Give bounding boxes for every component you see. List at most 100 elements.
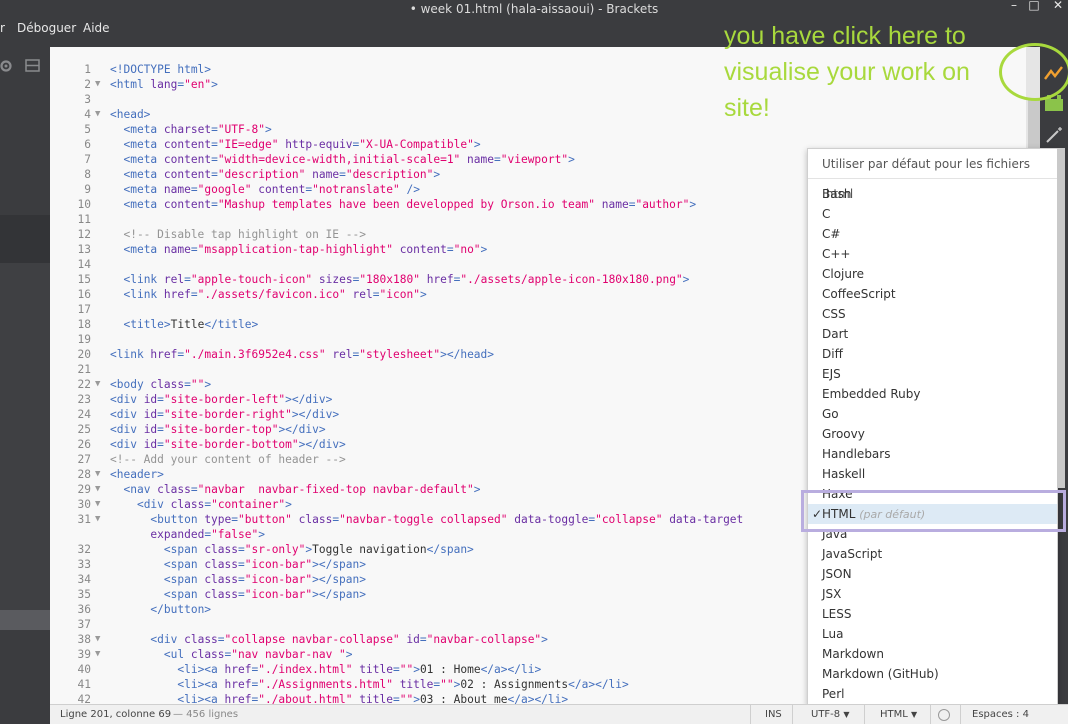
line-number: 28 xyxy=(77,468,91,481)
minimize-icon[interactable]: – xyxy=(1006,0,1022,12)
code-token: "msapplication-tap-highlight" xyxy=(197,243,393,256)
code-token: = xyxy=(190,483,198,496)
code-token: "description" xyxy=(345,168,434,181)
language-option[interactable]: Markdown xyxy=(808,644,1057,664)
language-option[interactable]: Go xyxy=(808,404,1057,424)
language-option[interactable]: Clojure xyxy=(808,264,1057,284)
code-token: /> xyxy=(406,183,420,196)
language-option[interactable]: Groovy xyxy=(808,424,1057,444)
fold-toggle-icon[interactable]: ▼ xyxy=(95,497,105,512)
code-token: </span> xyxy=(426,543,474,556)
split-view-icon[interactable] xyxy=(25,59,40,72)
line-number: 15 xyxy=(77,273,91,286)
code-token: = xyxy=(339,168,346,181)
code-token: > xyxy=(264,123,272,136)
code-token: href xyxy=(150,348,178,361)
code-text: <meta content="width=device-width,initia… xyxy=(110,152,574,167)
language-option[interactable]: Handlebars xyxy=(808,444,1057,464)
code-token: class xyxy=(204,588,238,601)
language-option[interactable]: JavaScript xyxy=(808,544,1057,564)
fold-toggle-icon[interactable]: ▼ xyxy=(95,647,105,662)
magic-wand-icon[interactable] xyxy=(1046,127,1062,143)
language-option[interactable]: Diff xyxy=(808,344,1057,364)
chevron-down-icon: ▼ xyxy=(911,710,918,719)
language-option[interactable]: Perl xyxy=(808,684,1057,704)
insert-mode[interactable]: INS xyxy=(765,705,782,724)
fold-toggle-icon[interactable]: ▼ xyxy=(95,77,105,92)
language-option[interactable]: JSON xyxy=(808,564,1057,584)
code-token: "description" xyxy=(217,168,306,181)
code-token: <nav xyxy=(123,483,158,496)
close-icon[interactable]: ✕ xyxy=(1050,0,1066,12)
code-token: "nav navbar-nav " xyxy=(231,648,346,661)
language-option[interactable]: Bash xyxy=(808,184,1057,204)
linter-status-icon[interactable] xyxy=(938,709,950,721)
language-option[interactable]: Haskell xyxy=(808,464,1057,484)
language-option[interactable]: C xyxy=(808,204,1057,224)
code-text: <!-- Add your content of header --> xyxy=(110,452,346,467)
code-token: "collapse navbar-collapse" xyxy=(224,633,400,646)
language-option[interactable]: JSX xyxy=(808,584,1057,604)
code-token: title xyxy=(359,663,393,676)
indent-spaces[interactable]: Espaces : 4 xyxy=(972,705,1029,724)
code-token: "IE=edge" xyxy=(217,138,279,151)
language-option-label: C# xyxy=(822,227,841,241)
fold-toggle-icon[interactable]: ▼ xyxy=(95,107,105,122)
code-token: <span xyxy=(163,543,205,556)
code-token: = xyxy=(238,558,245,571)
code-token: "icon-bar" xyxy=(244,558,313,571)
code-token: "apple-touch-icon" xyxy=(190,273,313,286)
menu-item-truncated[interactable]: r xyxy=(0,21,5,35)
language-option[interactable]: C# xyxy=(808,224,1057,244)
code-token: > xyxy=(413,693,420,704)
language-option[interactable]: Embedded Ruby xyxy=(808,384,1057,404)
gear-icon[interactable] xyxy=(0,60,12,72)
language-option[interactable]: C++ xyxy=(808,244,1057,264)
code-token: "width=device-width,initial-scale=1" xyxy=(217,153,461,166)
code-token: Toggle navigation xyxy=(312,543,427,556)
fold-toggle-icon[interactable]: ▼ xyxy=(95,632,105,647)
sidebar-working-files xyxy=(0,215,50,263)
encoding-select[interactable]: UTF-8 ▼ xyxy=(811,705,850,724)
code-token: <meta xyxy=(123,168,164,181)
language-select[interactable]: HTML ▼ xyxy=(880,705,917,724)
language-option[interactable]: CoffeeScript xyxy=(808,284,1057,304)
code-token: <span xyxy=(163,588,205,601)
language-option[interactable]: CSS xyxy=(808,304,1057,324)
dropdown-scrollbar-thumb[interactable] xyxy=(1057,148,1065,488)
code-token: = xyxy=(157,423,164,436)
code-token: = xyxy=(157,393,164,406)
language-dropdown[interactable]: Utiliser par défaut pour les fichiers .h… xyxy=(807,148,1058,706)
language-option[interactable]: Dart xyxy=(808,324,1057,344)
window-title: • week 01.html (hala-aissaoui) - Bracket… xyxy=(409,2,659,16)
maximize-icon[interactable]: □ xyxy=(1026,0,1042,12)
language-option[interactable]: LESS xyxy=(808,604,1057,624)
line-number: 19 xyxy=(77,333,91,346)
code-text: <body class=""> xyxy=(110,377,211,392)
language-option-label: Lua xyxy=(822,627,844,641)
fold-toggle-icon[interactable]: ▼ xyxy=(95,482,105,497)
menu-item-help[interactable]: Aide xyxy=(83,21,110,35)
code-token: 02 : Assignments xyxy=(460,678,569,691)
code-token: <meta xyxy=(123,123,164,136)
fold-toggle-icon[interactable]: ▼ xyxy=(95,512,105,527)
language-option[interactable]: Markdown (GitHub) xyxy=(808,664,1057,684)
line-number: 5 xyxy=(84,123,91,136)
code-token: "site-border-top" xyxy=(163,423,279,436)
code-token: "notranslate" xyxy=(312,183,400,196)
fold-toggle-icon[interactable]: ▼ xyxy=(95,467,105,482)
sidebar-selected-file[interactable] xyxy=(0,610,50,630)
menu-item-debug[interactable]: Déboguer xyxy=(17,21,76,35)
code-token: <meta xyxy=(123,153,164,166)
code-token: = xyxy=(238,588,245,601)
language-option-label: EJS xyxy=(822,367,841,381)
language-option[interactable]: Lua xyxy=(808,624,1057,644)
dropdown-set-default[interactable]: Utiliser par défaut pour les fichiers .h… xyxy=(808,149,1057,201)
line-number: 3 xyxy=(84,93,91,106)
code-token: <ul xyxy=(163,648,191,661)
code-token: name xyxy=(163,183,191,196)
language-option[interactable]: EJS xyxy=(808,364,1057,384)
fold-toggle-icon[interactable]: ▼ xyxy=(95,377,105,392)
